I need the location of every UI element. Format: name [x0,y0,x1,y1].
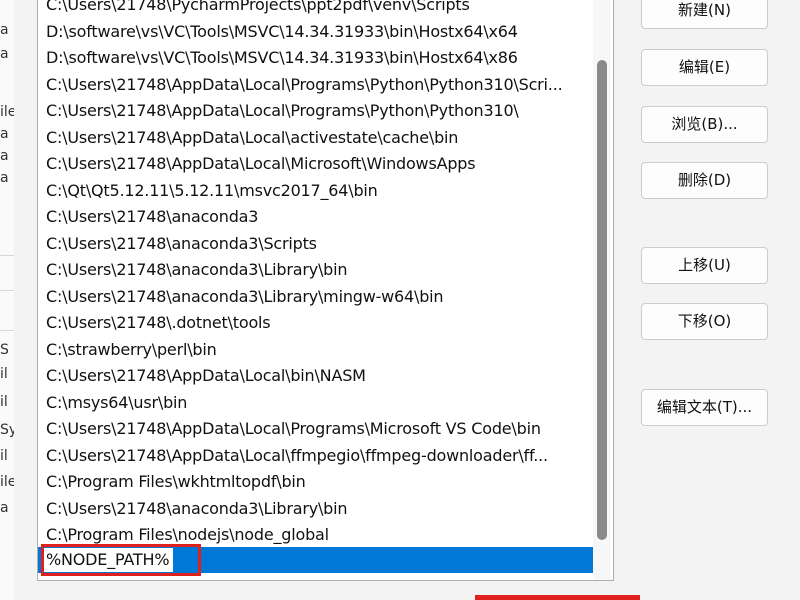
list-item[interactable]: C:\Users\21748\anaconda3\Library\bin [38,257,593,284]
list-item[interactable]: C:\Users\21748\AppData\Local\Microsoft\W… [38,151,593,178]
background-text-fragment: a [0,22,9,38]
path-listbox[interactable]: C:\Users\21748\PycharmProjects\ppt2pdf\v… [37,0,614,581]
delete-button[interactable]: 删除(D) [641,162,768,199]
list-item[interactable]: C:\Users\21748\anaconda3 [38,204,593,231]
list-item[interactable]: C:\Users\21748\anaconda3\Library\bin [38,496,593,523]
list-item[interactable]: C:\Program Files\wkhtmltopdf\bin [38,469,593,496]
background-text-fragment: il [0,448,8,464]
background-text-fragment: a [0,126,9,142]
list-item[interactable]: C:\Users\21748\AppData\Local\activestate… [38,125,593,152]
divider [0,290,14,291]
list-item[interactable]: C:\Users\21748\anaconda3\Library\mingw-w… [38,284,593,311]
list-item[interactable]: C:\Users\21748\AppData\Local\Programs\Py… [38,72,593,99]
browse-button[interactable]: 浏览(B)... [641,106,768,143]
list-item[interactable]: C:\Users\21748\.dotnet\tools [38,310,593,337]
move-up-button[interactable]: 上移(U) [641,247,768,284]
list-item[interactable]: C:\Users\21748\AppData\Local\Programs\Mi… [38,416,593,443]
list-item[interactable]: C:\Qt\Qt5.12.11\5.12.11\msvc2017_64\bin [38,178,593,205]
background-text-fragment: a [0,500,9,516]
background-window-edge: a a ile a a a S il il Sy il ile a [0,0,17,600]
background-text-fragment: a [0,148,9,164]
list-item[interactable]: D:\software\vs\VC\Tools\MSVC\14.34.31933… [38,45,593,72]
list-item[interactable]: C:\Users\21748\AppData\Local\bin\NASM [38,363,593,390]
list-item[interactable]: C:\msys64\usr\bin [38,390,593,417]
scrollbar-thumb[interactable] [597,60,607,540]
divider [0,255,14,256]
background-text-fragment: a [0,170,9,186]
list-item[interactable]: C:\Users\21748\AppData\Local\ffmpegio\ff… [38,443,593,470]
background-text-fragment: il [0,366,8,382]
edit-text-button[interactable]: 编辑文本(T)... [641,389,768,426]
highlight-annotation-edge [475,595,640,600]
vertical-scrollbar[interactable] [593,0,611,580]
list-item[interactable]: C:\strawberry\perl\bin [38,337,593,364]
edit-button[interactable]: 编辑(E) [641,49,768,86]
background-text-fragment: S [0,342,9,358]
new-button[interactable]: 新建(N) [641,0,768,29]
highlight-annotation-box [41,544,201,576]
environment-variable-editor: a a ile a a a S il il Sy il ile a C:\Use… [0,0,800,600]
list-item[interactable]: C:\Users\21748\AppData\Local\Programs\Py… [38,98,593,125]
move-down-button[interactable]: 下移(O) [641,303,768,340]
list-item[interactable]: D:\software\vs\VC\Tools\MSVC\14.34.31933… [38,19,593,46]
divider [0,330,14,331]
background-text-fragment: a [0,46,9,62]
background-text-fragment: il [0,394,8,410]
list-item[interactable]: C:\Users\21748\PycharmProjects\ppt2pdf\v… [38,0,593,19]
list-item[interactable]: C:\Users\21748\anaconda3\Scripts [38,231,593,258]
